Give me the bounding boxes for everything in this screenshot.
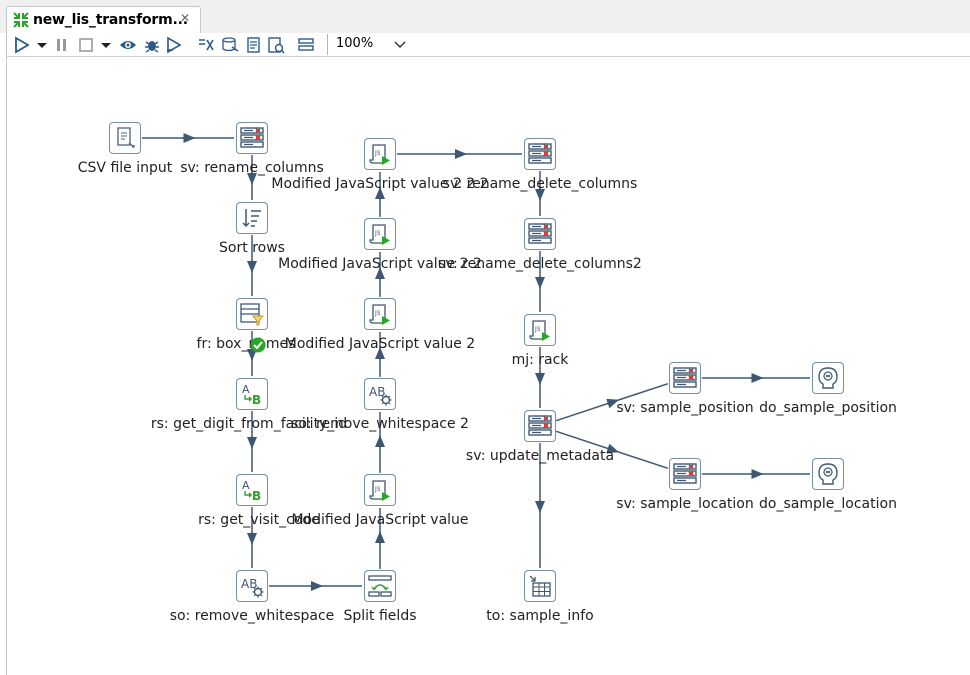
chevron-down-icon (394, 41, 406, 48)
tab-title: new_lis_transform... (33, 12, 188, 28)
svg-text:A: A (242, 479, 250, 492)
step-label: fr: box_names (196, 336, 296, 352)
step-so-remove2[interactable]: AB (364, 378, 396, 410)
svg-text:JS: JS (374, 150, 381, 157)
step-rack[interactable]: JS (524, 314, 556, 346)
run-icon[interactable] (13, 36, 31, 54)
step-ok-check-icon (250, 337, 266, 353)
tab-bar: new_lis_transform... ✕ (0, 0, 970, 33)
filter-rows-icon (240, 303, 264, 326)
select-values-icon (673, 367, 697, 388)
table-output-icon (529, 575, 551, 597)
string-operations-icon: AB (369, 385, 392, 406)
step-mjv2[interactable]: JS (364, 298, 396, 330)
step-label: sv: update_metadata (465, 448, 615, 464)
step-label: do_sample_location (759, 496, 897, 512)
javascript-icon: JS (369, 480, 390, 501)
javascript-icon: JS (369, 224, 390, 245)
svg-text:B: B (252, 489, 261, 502)
svg-text:JS: JS (374, 310, 381, 317)
svg-text:JS: JS (534, 326, 541, 333)
step-label: sv: rename_columns (180, 160, 324, 176)
zoom-value: 100% (336, 36, 374, 51)
step-do-location[interactable] (812, 458, 844, 490)
stop-dropdown-icon[interactable] (97, 36, 111, 54)
step-label: Sort rows (219, 240, 285, 256)
step-do-position[interactable] (812, 362, 844, 394)
transformation-icon (13, 12, 29, 28)
replace-string-icon: AB (242, 383, 261, 406)
svg-text:A: A (242, 383, 250, 396)
step-s-position[interactable] (669, 362, 701, 394)
step-sort-rows[interactable] (236, 202, 268, 234)
step-label: sv: rename_delete_columns (442, 176, 638, 192)
explore-db-icon[interactable] (267, 36, 285, 54)
step-label: do_sample_position (759, 400, 897, 416)
align-icon[interactable] (297, 36, 315, 54)
toolbar: 100% (6, 33, 970, 57)
svg-text:JS: JS (374, 486, 381, 493)
data-output-icon (818, 367, 838, 389)
step-mjv[interactable]: JS (364, 474, 396, 506)
step-get-digit[interactable]: AB (236, 378, 268, 410)
string-operations-icon: AB (241, 577, 264, 598)
split-fields-icon (368, 575, 392, 597)
debug-icon[interactable] (143, 36, 161, 54)
step-label: Modified JavaScript value 2 (284, 336, 476, 352)
step-s-location[interactable] (669, 458, 701, 490)
pause-icon[interactable] (53, 36, 71, 54)
csv-file-input-icon (117, 127, 135, 148)
zoom-select[interactable]: 100% (327, 34, 413, 55)
step-mjv222[interactable]: JS (364, 138, 396, 170)
svg-text:JS: JS (374, 230, 381, 237)
transformation-tab[interactable]: new_lis_transform... ✕ (6, 6, 201, 33)
javascript-icon: JS (369, 144, 390, 165)
transformation-canvas[interactable]: CSV file input sv: rename_columns Sort row… (6, 57, 970, 675)
javascript-icon: JS (369, 304, 390, 325)
verify-icon[interactable] (197, 36, 215, 54)
replay-icon[interactable] (165, 36, 183, 54)
step-mjv22[interactable]: JS (364, 218, 396, 250)
step-csv-input[interactable] (109, 122, 141, 154)
step-label: mj: rack (511, 352, 569, 368)
step-rename-del[interactable] (524, 138, 556, 170)
run-dropdown-icon[interactable] (33, 36, 47, 54)
select-values-icon (528, 143, 552, 164)
select-values-icon (528, 223, 552, 244)
select-values-icon (528, 415, 552, 436)
step-label: Modified JavaScript value (291, 512, 469, 528)
select-values-icon (240, 127, 264, 148)
impact-analysis-icon[interactable] (221, 36, 239, 54)
step-label: so: remove_whitespace 2 (291, 416, 469, 432)
close-icon[interactable]: ✕ (180, 11, 190, 25)
preview-icon[interactable] (119, 36, 137, 54)
step-label: CSV file input (77, 160, 173, 176)
step-split[interactable] (364, 570, 396, 602)
sql-icon[interactable] (245, 36, 263, 54)
data-output-icon (818, 463, 838, 485)
step-rename-del2[interactable] (524, 218, 556, 250)
javascript-icon: JS (529, 320, 550, 341)
step-label: so: remove_whitespace (169, 608, 335, 624)
step-label: to: sample_info (486, 608, 594, 624)
svg-text:B: B (252, 393, 261, 406)
step-visit-code[interactable]: AB (236, 474, 268, 506)
stop-icon[interactable] (77, 36, 95, 54)
step-label: sv: sample_position (616, 400, 754, 416)
step-label: sv: sample_location (616, 496, 754, 512)
step-rename-cols[interactable] (236, 122, 268, 154)
select-values-icon (673, 463, 697, 484)
replace-string-icon: AB (242, 479, 261, 502)
step-upd-meta[interactable] (524, 410, 556, 442)
step-sample-info[interactable] (524, 570, 556, 602)
step-label: sv: rename_delete_columns2 (438, 256, 642, 272)
sort-rows-icon (242, 209, 261, 228)
step-box-names[interactable] (236, 298, 268, 330)
step-label: Split fields (343, 608, 417, 624)
step-so-remove[interactable]: AB (236, 570, 268, 602)
